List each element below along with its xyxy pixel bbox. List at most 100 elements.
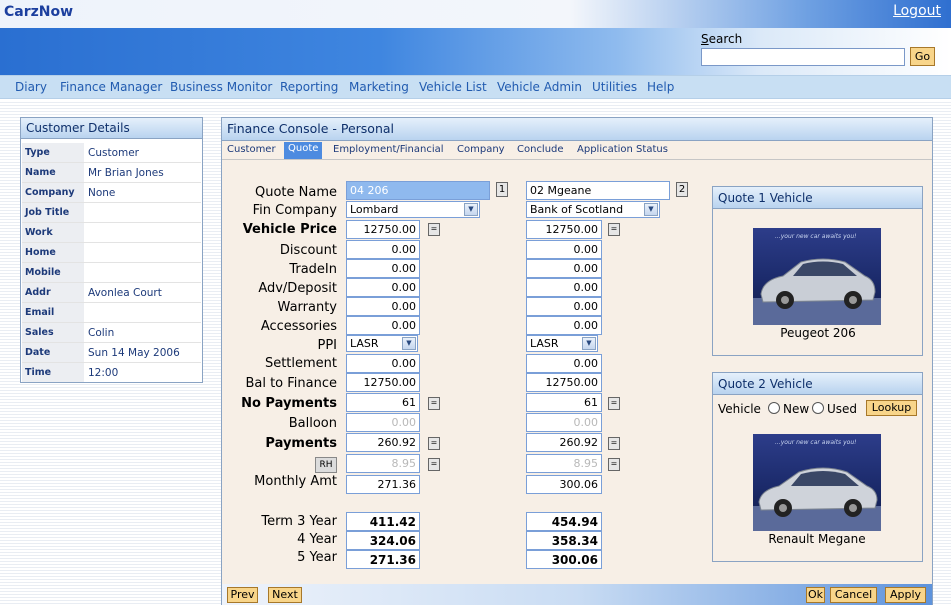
ok-button[interactable]: Ok <box>806 587 825 603</box>
customer-row-addr: Addr Avonlea Court <box>22 283 201 303</box>
quote1-vehicle-price[interactable]: 12750.00 <box>346 220 420 239</box>
main-nav: Diary Finance Manager Business Monitor R… <box>0 75 951 99</box>
quote1-monthly-amt[interactable]: 271.36 <box>346 475 420 494</box>
logout-link[interactable]: Logout <box>893 3 941 19</box>
customer-label: Email <box>22 303 84 322</box>
quote1-vehicle-price-calc-button[interactable]: = <box>428 223 440 236</box>
customer-value: 12:00 <box>88 367 119 379</box>
quote1-term-5-year: 271.36 <box>346 550 420 569</box>
nav-help[interactable]: Help <box>647 80 674 94</box>
nav-utilities[interactable]: Utilities <box>592 80 637 94</box>
label-accessories: Accessories <box>260 319 337 334</box>
customer-label: Time <box>22 363 84 382</box>
tab-customer[interactable]: Customer <box>227 144 276 155</box>
label-term-3-year: Term 3 Year <box>261 514 337 529</box>
search-input[interactable] <box>701 48 905 66</box>
quote2-balloon[interactable]: 0.00 <box>526 413 602 432</box>
quote1-fin-company-value: Lombard <box>350 203 399 216</box>
nav-finance-manager[interactable]: Finance Manager <box>60 80 162 94</box>
quote1-discount[interactable]: 0.00 <box>346 240 420 259</box>
search-go-button[interactable]: Go <box>910 47 935 66</box>
nav-business-monitor[interactable]: Business Monitor <box>170 80 272 94</box>
nav-diary[interactable]: Diary <box>15 80 47 94</box>
quote2-vehicle-price[interactable]: 12750.00 <box>526 220 602 239</box>
rh-button[interactable]: RH <box>315 457 337 473</box>
chevron-down-icon: ▼ <box>644 203 658 216</box>
quote2-warranty[interactable]: 0.00 <box>526 297 602 316</box>
customer-label: Sales <box>22 323 84 342</box>
label-monthly-amt: Monthly Amt <box>254 474 337 489</box>
quote1-payments-calc-button[interactable]: = <box>428 437 440 450</box>
prev-button[interactable]: Prev <box>227 587 258 603</box>
tab-conclude[interactable]: Conclude <box>517 144 564 155</box>
label-fin-company: Fin Company <box>252 203 337 218</box>
tab-employment-financial[interactable]: Employment/Financial <box>333 144 444 155</box>
chevron-down-icon: ▼ <box>464 203 478 216</box>
customer-value: Mr Brian Jones <box>88 167 164 179</box>
quote2-tradein[interactable]: 0.00 <box>526 259 602 278</box>
used-radio-label: Used <box>827 402 858 416</box>
quote2-term-3-year: 454.94 <box>526 512 602 531</box>
used-radio[interactable] <box>812 402 824 414</box>
customer-label: Addr <box>22 283 84 302</box>
quote1-no-payments[interactable]: 61 <box>346 393 420 412</box>
label-payments: Payments <box>265 436 337 451</box>
quote1-balloon[interactable]: 0.00 <box>346 413 420 432</box>
new-radio[interactable] <box>768 402 780 414</box>
quote2-payments[interactable]: 260.92 <box>526 433 602 452</box>
new-radio-label: New <box>783 402 810 416</box>
customer-row-home: Home <box>22 243 201 263</box>
nav-reporting[interactable]: Reporting <box>280 80 338 94</box>
tab-application-status[interactable]: Application Status <box>577 144 668 155</box>
tab-company[interactable]: Company <box>457 144 505 155</box>
quote1-accessories[interactable]: 0.00 <box>346 316 420 335</box>
console-footer-bar <box>222 584 932 605</box>
quote1-payments[interactable]: 260.92 <box>346 433 420 452</box>
customer-label: Name <box>22 163 84 182</box>
quote2-monthly-amt[interactable]: 300.06 <box>526 475 602 494</box>
quote1-tradein[interactable]: 0.00 <box>346 259 420 278</box>
customer-row-name: Name Mr Brian Jones <box>22 163 201 183</box>
apply-button[interactable]: Apply <box>885 587 926 603</box>
nav-vehicle-list[interactable]: Vehicle List <box>419 80 487 94</box>
quote1-fin-company-select[interactable]: Lombard ▼ <box>346 201 480 218</box>
quote2-vehicle-title: Quote 2 Vehicle <box>713 373 922 395</box>
finance-console-title: Finance Console - Personal <box>222 118 932 141</box>
quote1-name-input[interactable]: 04 206 <box>346 181 490 200</box>
quote2-payments-calc-button[interactable]: = <box>608 437 620 450</box>
quote1-rh-calc-button[interactable]: = <box>428 458 440 471</box>
quote2-no-payments[interactable]: 61 <box>526 393 602 412</box>
quote2-fin-company-select[interactable]: Bank of Scotland ▼ <box>526 201 660 218</box>
quote1-vehicle-image: ...your new car awaits you! <box>753 228 881 325</box>
quote1-no-payments-calc-button[interactable]: = <box>428 397 440 410</box>
nav-vehicle-admin[interactable]: Vehicle Admin <box>497 80 582 94</box>
quote2-rh-calc-button[interactable]: = <box>608 458 620 471</box>
quote1-number-button[interactable]: 1 <box>496 182 508 197</box>
quote2-number-button[interactable]: 2 <box>676 182 688 197</box>
quote2-adv-deposit[interactable]: 0.00 <box>526 278 602 297</box>
label-warranty: Warranty <box>277 300 337 315</box>
quote1-adv-deposit[interactable]: 0.00 <box>346 278 420 297</box>
quote2-vehicle-image: ...your new car awaits you! <box>753 434 881 531</box>
quote1-warranty[interactable]: 0.00 <box>346 297 420 316</box>
quote2-name-input[interactable]: 02 Mgeane <box>526 181 670 200</box>
quote2-rh-value[interactable]: 8.95 <box>526 454 602 473</box>
quote1-settlement[interactable]: 0.00 <box>346 354 420 373</box>
quote2-ppi-select[interactable]: LASR ▼ <box>526 335 598 352</box>
quote2-discount[interactable]: 0.00 <box>526 240 602 259</box>
customer-value: None <box>88 187 116 199</box>
cancel-button[interactable]: Cancel <box>830 587 877 603</box>
quote2-bal-to-finance[interactable]: 12750.00 <box>526 373 602 392</box>
next-button[interactable]: Next <box>268 587 302 603</box>
quote2-accessories[interactable]: 0.00 <box>526 316 602 335</box>
quote2-ppi-value: LASR <box>530 337 559 350</box>
quote2-no-payments-calc-button[interactable]: = <box>608 397 620 410</box>
quote1-rh-value[interactable]: 8.95 <box>346 454 420 473</box>
lookup-button[interactable]: Lookup <box>866 400 917 416</box>
quote2-vehicle-price-calc-button[interactable]: = <box>608 223 620 236</box>
tab-quote[interactable]: Quote <box>284 142 323 159</box>
nav-marketing[interactable]: Marketing <box>349 80 409 94</box>
quote1-ppi-select[interactable]: LASR ▼ <box>346 335 418 352</box>
quote2-settlement[interactable]: 0.00 <box>526 354 602 373</box>
quote1-bal-to-finance[interactable]: 12750.00 <box>346 373 420 392</box>
